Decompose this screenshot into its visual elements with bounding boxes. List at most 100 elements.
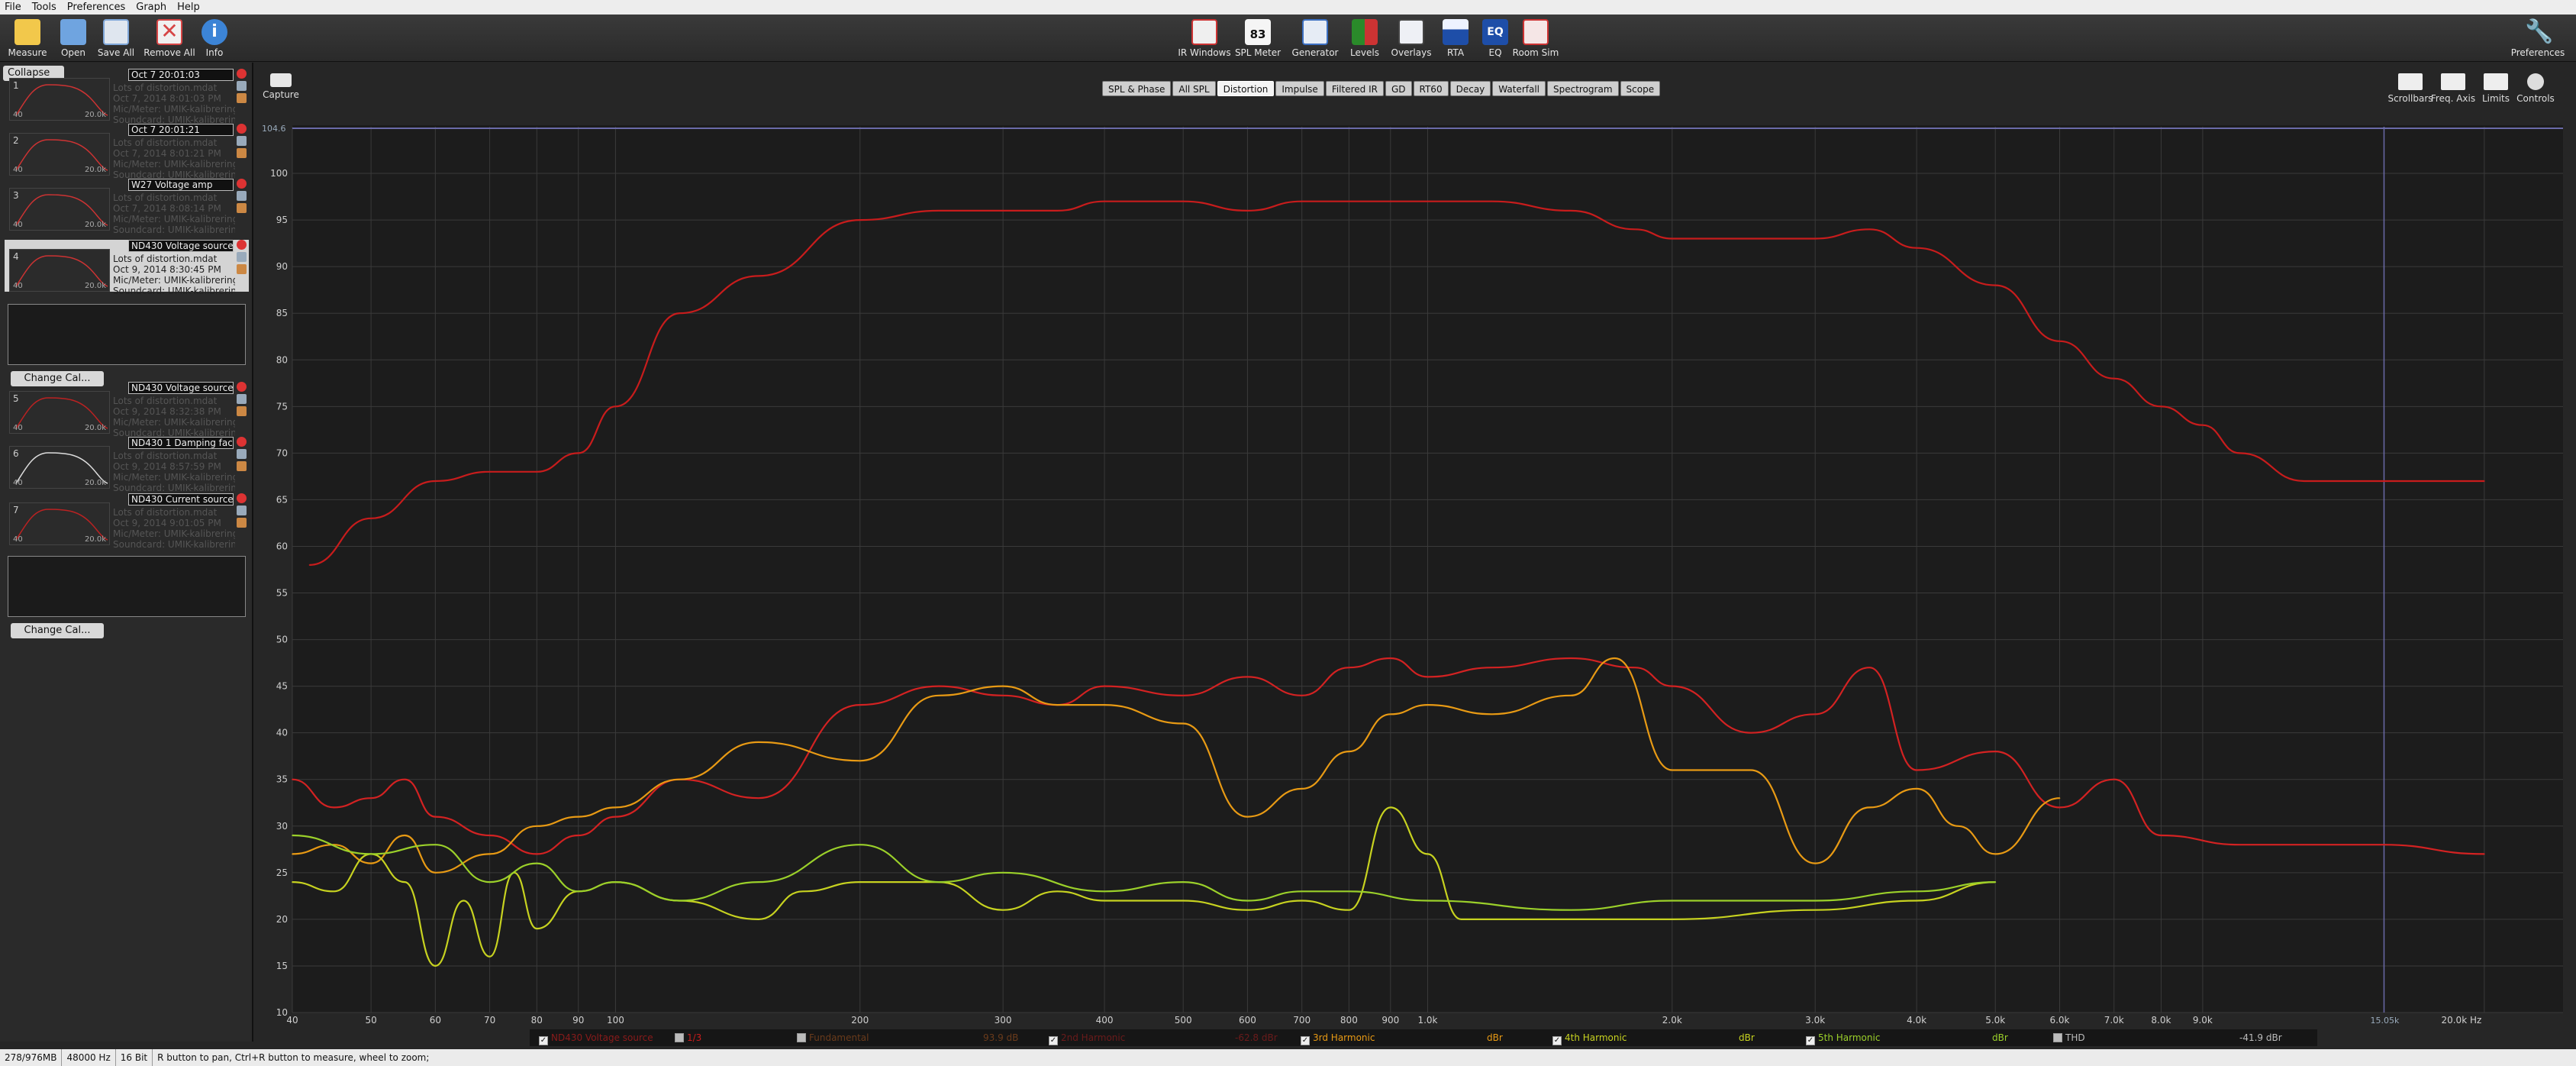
legend-checkbox[interactable] — [2053, 1033, 2062, 1042]
status-bar: 278/976MB 48000 Hz 16 Bit R button to pa… — [0, 1049, 2576, 1066]
data-point — [1814, 237, 1816, 240]
data-point — [1104, 200, 1105, 202]
x-tick-label: 4.0k — [1907, 1015, 1926, 1026]
data-point — [577, 835, 579, 836]
data-point — [801, 890, 804, 893]
x-tick-label: 300 — [995, 1015, 1012, 1026]
y-tick-label: 60 — [276, 541, 288, 551]
data-point — [1427, 200, 1429, 202]
x-tick-label: 1.0k — [1417, 1015, 1437, 1026]
data-point — [679, 312, 681, 315]
data-point — [2059, 806, 2061, 809]
legend-label: Fundamental — [809, 1032, 869, 1043]
data-point — [1868, 806, 1871, 809]
data-point — [1868, 667, 1871, 668]
legend-label: 2nd Harmonic — [1061, 1032, 1126, 1043]
y-tick-label: 95 — [276, 215, 288, 225]
data-point — [1427, 676, 1429, 678]
data-point — [2304, 844, 2305, 845]
data-point — [1056, 890, 1059, 893]
data-point — [1348, 751, 1350, 752]
legend-value: dBr — [1487, 1032, 1503, 1043]
x-tick-label: 8.0k — [2151, 1015, 2171, 1026]
x-tick-label: 70 — [484, 1015, 495, 1026]
data-point — [292, 881, 293, 883]
data-point — [614, 881, 617, 883]
data-point — [2304, 480, 2305, 482]
bit-depth: 16 Bit — [116, 1049, 153, 1066]
data-point — [2160, 835, 2162, 836]
legend-checkbox[interactable]: ✓ — [1552, 1036, 1562, 1045]
data-point — [1634, 228, 1636, 231]
legend-value-number: -41.9 — [2239, 1032, 2264, 1043]
legend-checkbox[interactable]: ✓ — [1806, 1036, 1815, 1045]
sample-rate: 48000 Hz — [62, 1049, 116, 1066]
data-point — [2484, 480, 2485, 482]
data-point — [1301, 900, 1303, 902]
data-point — [1246, 909, 1249, 911]
data-point — [1246, 900, 1249, 902]
data-point — [2202, 424, 2204, 426]
legend-item[interactable]: ✓ ND430 Voltage source — [539, 1032, 653, 1045]
data-point — [859, 760, 861, 762]
data-point — [488, 955, 491, 958]
distortion-graph[interactable]: 1015202530354045505560657075808590951004… — [0, 0, 2576, 1066]
data-point — [2160, 405, 2162, 408]
data-point — [938, 685, 940, 687]
data-point — [1427, 853, 1429, 855]
data-point — [1916, 900, 1917, 902]
legend-value: dBr — [1739, 1032, 1755, 1043]
data-point — [434, 965, 437, 967]
legend-value: dBr — [1992, 1032, 2008, 1043]
legend-value-number: 93.9 — [983, 1032, 1004, 1043]
x-tick-label: 20.0k Hz — [2441, 1015, 2481, 1026]
x-tick-label: 2.0k — [1662, 1015, 1682, 1026]
data-point — [488, 835, 491, 836]
data-point — [434, 844, 437, 845]
data-point — [859, 844, 861, 845]
y-tick-label: 65 — [276, 494, 288, 505]
y-tick-label: 90 — [276, 261, 288, 272]
data-point — [938, 210, 940, 212]
legend-item[interactable]: 1/3 — [675, 1032, 701, 1043]
legend-item[interactable]: ✓ 4th Harmonic — [1552, 1032, 1627, 1045]
data-point — [1957, 825, 1959, 827]
legend-label: ND430 Voltage source — [551, 1032, 653, 1043]
legend-value: 93.9 dB — [983, 1032, 1018, 1043]
data-point — [1348, 909, 1350, 911]
data-point — [434, 872, 437, 874]
x-tick-label: 600 — [1239, 1015, 1256, 1026]
legend-item[interactable]: ✓ 3rd Harmonic — [1301, 1032, 1375, 1045]
y-tick-label: 85 — [276, 308, 288, 318]
legend-checkbox[interactable]: ✓ — [1301, 1036, 1310, 1045]
data-point — [1672, 237, 1673, 240]
data-point — [1994, 853, 1997, 855]
legend-value: -62.8 dBr — [1235, 1032, 1278, 1043]
legend-checkbox[interactable]: ✓ — [539, 1036, 548, 1045]
legend-item[interactable]: ✓ 5th Harmonic — [1806, 1032, 1880, 1045]
memory-usage: 278/976MB — [0, 1049, 63, 1066]
legend-item[interactable]: ✓ 2nd Harmonic — [1049, 1032, 1125, 1045]
legend-item[interactable]: Fundamental — [797, 1032, 869, 1043]
data-point — [1104, 685, 1105, 687]
data-point — [1104, 890, 1105, 893]
legend-checkbox[interactable] — [675, 1033, 684, 1042]
data-point — [1750, 769, 1752, 771]
data-point — [1570, 695, 1572, 696]
legend-value-unit: dBr — [2265, 1032, 2282, 1043]
x-tick-label: 60 — [430, 1015, 441, 1026]
data-point — [2059, 797, 2061, 799]
data-point — [1390, 713, 1391, 716]
data-point — [536, 471, 538, 473]
y-tick-label: 30 — [276, 821, 288, 832]
legend-bar: ✓ ND430 Voltage source 1/3 Fundamental 93.9 … — [530, 1029, 2317, 1046]
data-point — [1814, 862, 1816, 864]
data-point — [2484, 853, 2485, 855]
data-point — [758, 881, 759, 883]
data-point — [488, 853, 491, 855]
legend-checkbox[interactable] — [797, 1033, 806, 1042]
data-point — [1672, 769, 1673, 771]
legend-item[interactable]: THD — [2053, 1032, 2085, 1043]
data-point — [333, 806, 335, 809]
legend-checkbox[interactable]: ✓ — [1049, 1036, 1058, 1045]
